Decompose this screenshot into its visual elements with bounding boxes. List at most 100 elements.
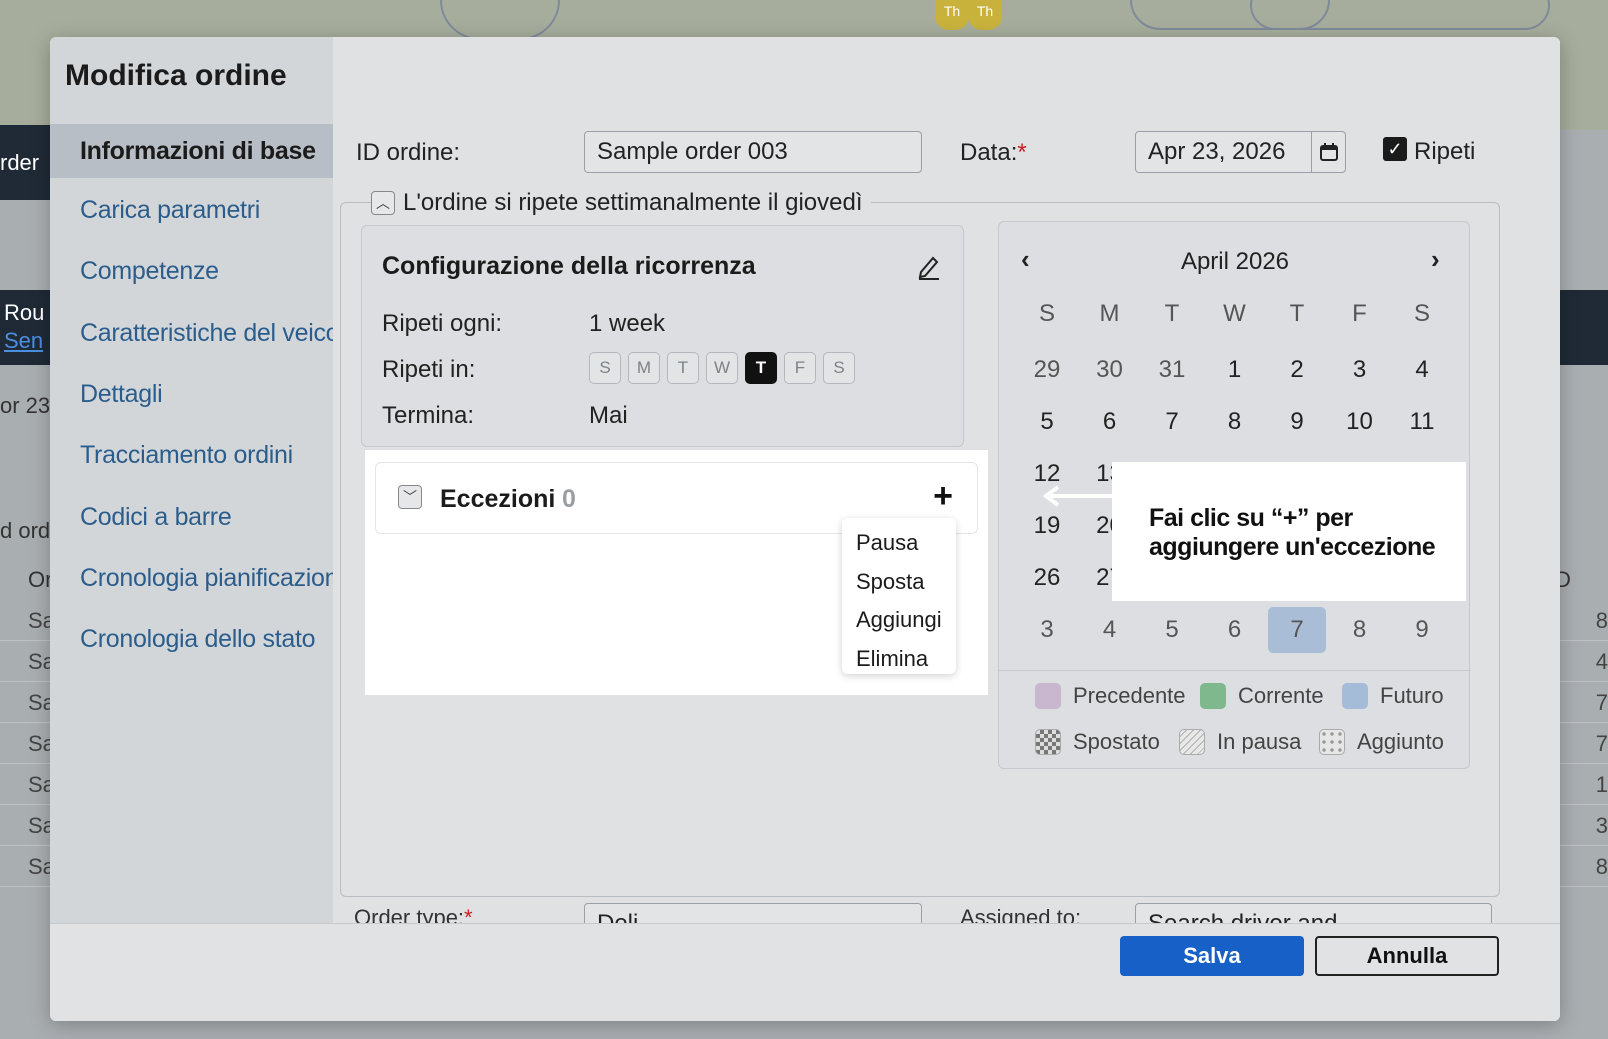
calendar-day[interactable]: 5 bbox=[1018, 399, 1076, 445]
cancel-button[interactable]: Annulla bbox=[1315, 936, 1499, 976]
sidebar-item[interactable]: Competenze bbox=[50, 244, 333, 298]
calendar-day[interactable]: 9 bbox=[1393, 607, 1451, 653]
menu-item[interactable]: Sposta bbox=[842, 563, 956, 602]
recurrence-summary[interactable]: ︿ L'ordine si ripete settimanalmente il … bbox=[371, 189, 871, 217]
calendar-day[interactable]: 7 bbox=[1268, 607, 1326, 653]
legend-item: Corrente bbox=[1200, 683, 1324, 709]
table-cell: 1 bbox=[1595, 772, 1608, 797]
legend-swatch bbox=[1319, 729, 1345, 755]
calendar-day[interactable]: 29 bbox=[1018, 347, 1076, 393]
legend-label: Precedente bbox=[1073, 683, 1186, 708]
calendar-icon[interactable] bbox=[1311, 132, 1345, 172]
legend-label: Corrente bbox=[1238, 683, 1324, 708]
exceptions-title: Eccezioni bbox=[440, 485, 556, 513]
weekday-header: S bbox=[1413, 300, 1430, 327]
chevron-up-icon[interactable]: ︿ bbox=[371, 191, 395, 215]
order-id-input[interactable]: Sample order 003 bbox=[584, 131, 922, 173]
sidebar-item[interactable]: Dettagli bbox=[50, 367, 333, 421]
legend-item: Spostato bbox=[1035, 729, 1160, 755]
calendar-day[interactable]: 26 bbox=[1018, 555, 1076, 601]
sidebar-item[interactable]: Informazioni di base bbox=[50, 124, 333, 178]
sidebar-item[interactable]: Carica parametri bbox=[50, 183, 333, 237]
table-cell: 7 bbox=[1595, 690, 1608, 715]
ends-label: Termina: bbox=[382, 402, 475, 429]
calendar-day[interactable]: 6 bbox=[1081, 399, 1139, 445]
calendar-day[interactable]: 10 bbox=[1331, 399, 1389, 445]
save-button[interactable]: Salva bbox=[1120, 936, 1304, 976]
legend-label: Aggiunto bbox=[1357, 729, 1444, 754]
weekday-chip[interactable]: M bbox=[628, 352, 660, 384]
menu-item[interactable]: Pausa bbox=[842, 524, 956, 563]
arrow-left-icon bbox=[1042, 485, 1114, 507]
calendar-day[interactable]: 5 bbox=[1143, 607, 1201, 653]
table-cell: 4 bbox=[1595, 649, 1608, 674]
weekday-chip[interactable]: W bbox=[706, 352, 738, 384]
calendar-day[interactable]: 2 bbox=[1268, 347, 1326, 393]
calendar-day[interactable]: 31 bbox=[1143, 347, 1201, 393]
calendar-day[interactable]: 3 bbox=[1331, 347, 1389, 393]
dialog-title: Modifica ordine bbox=[65, 59, 287, 92]
bg-link[interactable]: Sen bbox=[4, 328, 43, 354]
order-id-value: Sample order 003 bbox=[597, 138, 788, 165]
calendar-day[interactable]: 8 bbox=[1331, 607, 1389, 653]
map-pin[interactable]: Th bbox=[968, 0, 1002, 30]
ends-value: Mai bbox=[589, 402, 628, 429]
bg-column-header: Or bbox=[28, 567, 53, 592]
add-exception-button[interactable]: + bbox=[933, 477, 953, 516]
map-pin[interactable]: Th bbox=[935, 0, 969, 30]
table-cell: 3 bbox=[1595, 813, 1608, 838]
legend-label: In pausa bbox=[1217, 729, 1302, 754]
chevron-down-icon[interactable]: ﹀ bbox=[398, 485, 422, 509]
calendar-month: April 2026 bbox=[1180, 248, 1290, 275]
bg-fragment: rder bbox=[0, 150, 40, 175]
calendar-day[interactable]: 30 bbox=[1081, 347, 1139, 393]
calendar-day[interactable]: 19 bbox=[1018, 503, 1076, 549]
sidebar-item[interactable]: Cronologia dello stato bbox=[50, 612, 333, 666]
dialog-footer: Salva Annulla bbox=[50, 923, 1560, 1021]
exceptions-panel: ﹀ Eccezioni 0 + Pausa Sposta Aggiungi Elimi… bbox=[365, 450, 988, 695]
menu-item[interactable]: Aggiungi bbox=[842, 601, 956, 640]
weekday-header: T bbox=[1289, 300, 1305, 327]
legend-label: Futuro bbox=[1380, 683, 1444, 708]
weekday-chip[interactable]: F bbox=[784, 352, 816, 384]
calendar-legend: Precedente Corrente Futuro Spostato In pausa… bbox=[999, 670, 1471, 770]
pencil-icon[interactable] bbox=[917, 254, 941, 280]
calendar-day[interactable]: 6 bbox=[1206, 607, 1264, 653]
date-input[interactable]: Apr 23, 2026 bbox=[1135, 131, 1346, 173]
legend-item: Precedente bbox=[1035, 683, 1186, 709]
weekday-chip[interactable]: T bbox=[745, 352, 777, 384]
weekday-chip[interactable]: S bbox=[823, 352, 855, 384]
legend-item: Aggiunto bbox=[1319, 729, 1444, 755]
sidebar-item[interactable]: Cronologia pianificazione bbox=[50, 551, 352, 605]
weekday-chip[interactable]: T bbox=[667, 352, 699, 384]
order-id-label: ID ordine: bbox=[356, 139, 461, 166]
calendar-day[interactable]: 1 bbox=[1206, 347, 1264, 393]
calendar-day[interactable]: 4 bbox=[1081, 607, 1139, 653]
legend-swatch bbox=[1342, 683, 1368, 709]
sidebar-item[interactable]: Codici a barre bbox=[50, 490, 333, 544]
calendar-day[interactable]: 8 bbox=[1206, 399, 1264, 445]
calendar-day[interactable]: 4 bbox=[1393, 347, 1451, 393]
weekday-chip[interactable]: S bbox=[589, 352, 621, 384]
dialog-sidebar: Modifica ordine Informazioni di base Cari… bbox=[50, 37, 358, 1021]
repeat-checkbox[interactable]: ✓ bbox=[1383, 137, 1407, 161]
recurrence-config-card: Configurazione della ricorrenza Ripeti o… bbox=[361, 225, 964, 447]
menu-item[interactable]: Elimina bbox=[842, 640, 956, 679]
tooltip-callout: Fai clic su “+” per aggiungere un'eccezi… bbox=[1112, 462, 1466, 601]
calendar-day[interactable]: 11 bbox=[1393, 399, 1451, 445]
calendar-day[interactable]: 3 bbox=[1018, 607, 1076, 653]
table-cell: 7 bbox=[1595, 731, 1608, 756]
calendar-day[interactable]: 9 bbox=[1268, 399, 1326, 445]
sidebar-item[interactable]: Tracciamento ordini bbox=[50, 428, 333, 482]
bg-fragment: or 23 bbox=[0, 393, 51, 418]
date-value: Apr 23, 2026 bbox=[1148, 138, 1286, 165]
map-road bbox=[440, 0, 560, 40]
next-month-icon[interactable]: › bbox=[1431, 244, 1440, 275]
calendar-day[interactable]: 7 bbox=[1143, 399, 1201, 445]
table-cell: 8 bbox=[1595, 854, 1608, 879]
recurrence-summary-text: L'ordine si ripete settimanalmente il gi… bbox=[403, 189, 863, 216]
sidebar-item[interactable]: Caratteristiche del veicolo bbox=[50, 306, 358, 360]
repeat-on-label: Ripeti in: bbox=[382, 356, 476, 383]
legend-swatch bbox=[1200, 683, 1226, 709]
bg-fragment: d ord bbox=[0, 518, 51, 543]
